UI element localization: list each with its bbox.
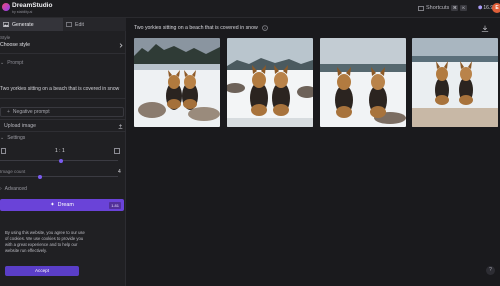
edit-icon xyxy=(66,22,72,27)
divider xyxy=(0,98,126,99)
style-value: Choose style xyxy=(0,42,30,48)
divider xyxy=(0,53,126,54)
style-select[interactable]: Choose style xyxy=(0,41,126,49)
user-avatar[interactable]: E xyxy=(492,3,500,13)
tab-edit[interactable]: Edit xyxy=(63,18,126,31)
generated-image-3[interactable] xyxy=(320,38,406,127)
image-count-slider-track[interactable] xyxy=(0,176,118,177)
negative-prompt-button[interactable]: + Negative prompt xyxy=(0,107,124,117)
download-icon[interactable] xyxy=(481,25,489,32)
generated-image-4[interactable] xyxy=(412,38,498,127)
advanced-label: Advanced xyxy=(4,185,27,192)
aspect-ratio-slider-thumb[interactable] xyxy=(59,158,63,163)
shortcut-key-k: K xyxy=(460,5,468,11)
image-count-value: 4 xyxy=(118,169,121,175)
top-bar: DreamStudio by stability.ai Shortcuts ⌘ … xyxy=(0,0,500,18)
info-icon[interactable] xyxy=(261,25,268,31)
accept-cookies-button[interactable]: Accept xyxy=(5,266,79,276)
style-section-label: Style xyxy=(0,35,11,40)
mode-tabs: Generate Edit xyxy=(0,18,126,31)
credits-display[interactable]: ⬢ 16.9 xyxy=(478,5,493,11)
divider xyxy=(0,119,126,120)
image-content xyxy=(227,38,313,127)
image-content xyxy=(412,38,498,127)
upload-image-button[interactable]: Upload image xyxy=(0,122,126,130)
cookie-notice-text: By using this website, you agree to our … xyxy=(5,230,85,253)
keyboard-icon xyxy=(418,5,424,11)
dreamstudio-logo xyxy=(2,3,10,11)
dream-button[interactable]: ✦ Dream 1.81 xyxy=(0,199,124,211)
prompt-header[interactable]: ⌄ Prompt xyxy=(0,59,126,66)
shortcuts-button[interactable]: Shortcuts ⌘ K xyxy=(418,5,468,11)
prompt-input[interactable]: Two yorkies sitting on a beach that is c… xyxy=(0,86,124,93)
generation-prompt-title: Two yorkies sitting on a beach that is c… xyxy=(134,25,268,31)
portrait-icon xyxy=(1,148,6,154)
help-button[interactable]: ? xyxy=(486,266,495,275)
tab-generate[interactable]: Generate xyxy=(0,18,63,31)
dream-cost-badge: 1.81 xyxy=(109,201,121,209)
aspect-ratio-value: 1 : 1 xyxy=(55,148,65,154)
image-content xyxy=(320,38,406,127)
generation-prompt-text: Two yorkies sitting on a beach that is c… xyxy=(134,25,258,31)
tab-edit-label: Edit xyxy=(75,21,84,28)
image-content xyxy=(134,38,220,127)
app-subtitle: by stability.ai xyxy=(12,10,33,14)
chevron-down-icon: ⌄ xyxy=(0,59,5,66)
chevron-right-icon xyxy=(119,42,123,48)
prompt-section-label: Prompt xyxy=(7,59,24,66)
image-icon xyxy=(3,22,9,27)
tab-generate-label: Generate xyxy=(12,21,34,28)
image-count-label: Image count xyxy=(0,169,26,174)
generated-image-2[interactable] xyxy=(227,38,313,127)
settings-label: Settings xyxy=(7,134,26,141)
image-count-slider-thumb[interactable] xyxy=(38,174,42,179)
sparkle-icon: ✦ xyxy=(50,202,55,208)
plus-icon: + xyxy=(7,109,10,115)
landscape-icon xyxy=(114,148,120,154)
chevron-down-icon: ⌄ xyxy=(0,134,5,141)
chevron-right-icon: › xyxy=(0,185,2,192)
shortcut-key-cmd: ⌘ xyxy=(451,5,459,11)
negative-prompt-label: Negative prompt xyxy=(12,109,50,115)
advanced-toggle[interactable]: › Advanced xyxy=(0,185,126,192)
shortcuts-label: Shortcuts xyxy=(426,5,450,11)
settings-header[interactable]: ⌄ Settings xyxy=(0,134,126,141)
dream-button-label: Dream xyxy=(57,202,74,208)
upload-icon xyxy=(118,123,123,129)
app-title: DreamStudio xyxy=(12,2,53,9)
divider xyxy=(0,131,126,132)
upload-image-label: Upload image xyxy=(4,123,37,129)
generated-image-1[interactable] xyxy=(134,38,220,127)
credits-icon: ⬢ xyxy=(478,5,483,11)
